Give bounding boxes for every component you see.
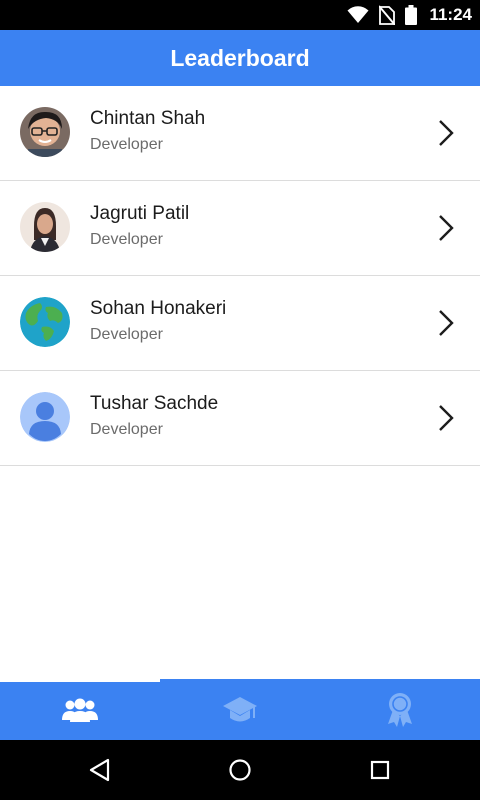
graduation-cap-icon	[223, 696, 257, 721]
chevron-right-icon	[439, 310, 454, 336]
recents-icon	[370, 760, 390, 780]
list-item[interactable]: Sohan Honakeri Developer	[0, 276, 480, 371]
award-ribbon-icon	[388, 692, 412, 727]
default-person-avatar	[20, 392, 70, 442]
avatar	[20, 202, 70, 252]
avatar	[20, 107, 70, 157]
recents-button[interactable]	[365, 755, 395, 785]
leaderboard-list: Chintan Shah Developer Jagruti Patil Dev…	[0, 86, 480, 466]
bottom-navigation	[0, 679, 480, 740]
status-icons: 11:24	[347, 0, 472, 30]
page-title: Leaderboard	[170, 44, 310, 71]
user-name: Chintan Shah	[90, 108, 206, 129]
user-role: Developer	[90, 231, 163, 248]
user-name: Sohan Honakeri	[90, 298, 227, 319]
chevron-right-icon	[439, 120, 454, 146]
chevron-right-icon	[439, 405, 454, 431]
status-bar: 11:24	[0, 0, 480, 30]
chevron-right-icon	[439, 215, 454, 241]
back-button[interactable]	[85, 755, 115, 785]
user-name: Jagruti Patil	[90, 203, 190, 224]
list-item[interactable]: Jagruti Patil Developer	[0, 181, 480, 276]
home-icon	[229, 759, 251, 781]
wifi-icon	[347, 6, 369, 23]
user-role: Developer	[90, 136, 163, 153]
list-item[interactable]: Chintan Shah Developer	[0, 86, 480, 181]
no-sim-icon	[379, 5, 396, 25]
tab-education[interactable]	[160, 679, 320, 740]
status-time: 11:24	[429, 5, 472, 24]
battery-icon	[405, 5, 418, 25]
globe-avatar	[20, 297, 70, 347]
home-button[interactable]	[225, 755, 255, 785]
user-name: Tushar Sachde	[90, 393, 219, 414]
tab-people[interactable]	[0, 679, 160, 740]
app-bar: Leaderboard	[0, 30, 480, 86]
system-navigation-bar	[0, 740, 480, 800]
user-role: Developer	[90, 326, 163, 343]
people-icon	[62, 698, 98, 722]
back-icon	[89, 758, 110, 782]
user-role: Developer	[90, 421, 163, 438]
list-item[interactable]: Tushar Sachde Developer	[0, 371, 480, 466]
tab-awards[interactable]	[320, 679, 480, 740]
